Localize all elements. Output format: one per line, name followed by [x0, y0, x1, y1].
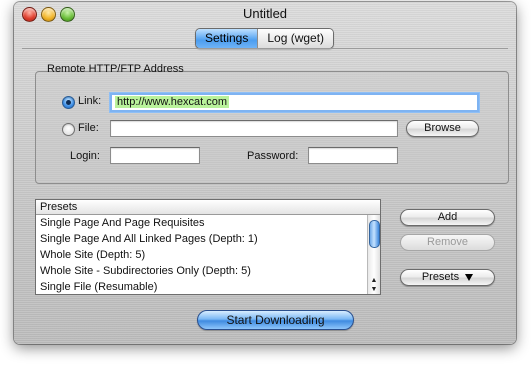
link-label: Link:: [78, 95, 102, 107]
preset-item[interactable]: Whole Site (Depth: 5): [36, 247, 368, 263]
app-window: Untitled Settings Log (wget) Remote HTTP…: [14, 2, 516, 344]
presets-list[interactable]: Presets Single Page And Page Requisites …: [35, 199, 381, 295]
group-title: Remote HTTP/FTP Address: [47, 63, 184, 75]
presets-menu-label: Presets: [421, 271, 460, 283]
login-label: Login:: [70, 150, 100, 162]
file-label: File:: [78, 122, 99, 134]
link-url-field[interactable]: http://www.hexcat.com: [110, 93, 479, 112]
link-radio[interactable]: [62, 96, 75, 109]
presets-list-body: Single Page And Page Requisites Single P…: [36, 215, 368, 294]
window-title: Untitled: [242, 6, 288, 21]
zoom-traffic-light-icon[interactable]: [60, 7, 75, 22]
presets-menu-button[interactable]: Presets: [400, 269, 495, 286]
preset-item[interactable]: Single File (Resumable): [36, 279, 368, 294]
remove-button[interactable]: Remove: [400, 234, 495, 251]
minimize-traffic-light-icon[interactable]: [41, 7, 56, 22]
start-downloading-button[interactable]: Start Downloading: [197, 310, 354, 330]
scroll-down-arrow-icon[interactable]: ▼: [368, 285, 380, 294]
scroll-up-arrow-icon[interactable]: ▲: [368, 276, 380, 285]
file-radio[interactable]: [62, 123, 75, 136]
presets-list-header: Presets: [36, 200, 380, 215]
scrollbar-thumb[interactable]: [369, 220, 380, 248]
preset-item[interactable]: Single Page And All Linked Pages (Depth:…: [36, 231, 368, 247]
close-traffic-light-icon[interactable]: [22, 7, 37, 22]
tab-log-wget[interactable]: Log (wget): [257, 29, 334, 48]
file-path-field[interactable]: [110, 120, 398, 137]
preset-item[interactable]: Whole Site - Subdirectories Only (Depth:…: [36, 263, 368, 279]
tab-settings[interactable]: Settings: [196, 29, 258, 48]
preset-item[interactable]: Single Page And Page Requisites: [36, 215, 368, 231]
tab-bar: Settings Log (wget): [195, 28, 335, 49]
browse-button[interactable]: Browse: [406, 120, 479, 137]
arrow-down-icon: [465, 273, 474, 281]
password-field[interactable]: [308, 147, 398, 164]
password-label: Password:: [247, 150, 299, 162]
login-field[interactable]: [110, 147, 200, 164]
presets-scrollbar[interactable]: ▲ ▼: [367, 215, 380, 294]
add-button[interactable]: Add: [400, 209, 495, 226]
link-url-value: http://www.hexcat.com: [115, 96, 230, 108]
tab-divider: [22, 48, 508, 49]
title-bar[interactable]: Untitled: [14, 2, 516, 26]
